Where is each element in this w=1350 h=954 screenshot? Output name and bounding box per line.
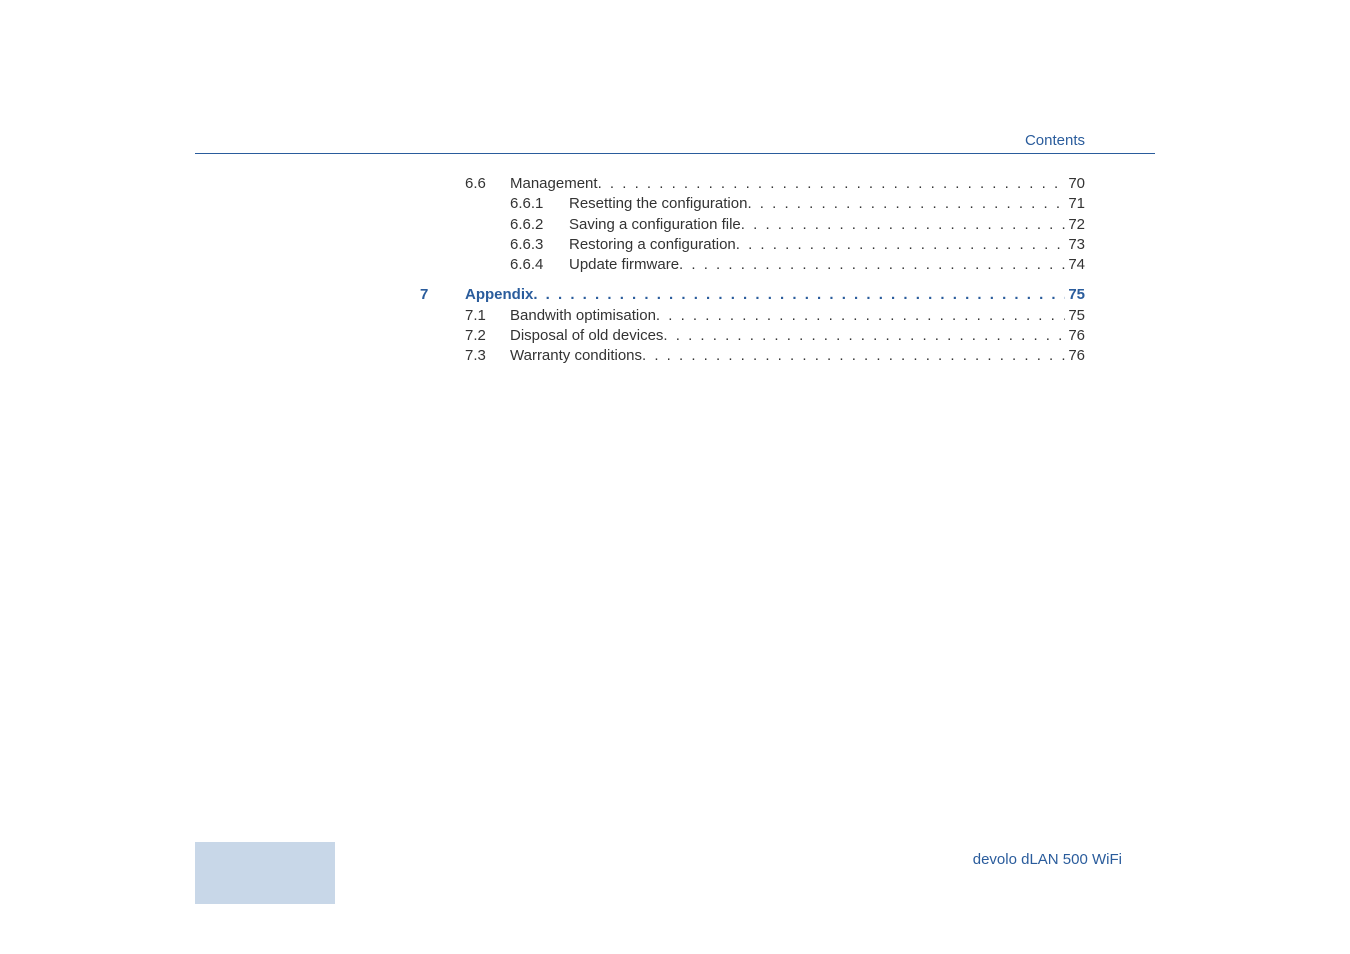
toc-row-7-2: 7.2 Disposal of old devices 76 (420, 326, 1085, 346)
footer-label: devolo dLAN 500 WiFi (973, 851, 1122, 868)
toc-label: Restoring a configuration (569, 235, 736, 255)
footer-accent (195, 842, 335, 904)
toc-row-7-1: 7.1 Bandwith optimisation 75 (420, 306, 1085, 326)
toc-row-6-6-2: 6.6.2 Saving a configuration file 72 (420, 215, 1085, 235)
toc-page: 76 (1065, 346, 1085, 366)
toc-label: Appendix (465, 285, 533, 305)
toc-leader (642, 346, 1065, 366)
toc-row-6-6-3: 6.6.3 Restoring a configuration 73 (420, 235, 1085, 255)
toc-num: 7.1 (465, 306, 510, 326)
toc-num: 7.3 (465, 346, 510, 366)
toc-leader (741, 215, 1066, 235)
toc-row-6-6: 6.6 Management 70 (420, 174, 1085, 194)
toc-num: 6.6.4 (510, 255, 569, 275)
header-label: Contents (1025, 132, 1085, 149)
toc-content: 6.6 Management 70 6.6.1 Resetting the co… (420, 174, 1085, 366)
toc-label: Warranty conditions (510, 346, 642, 366)
toc-page: 76 (1065, 326, 1085, 346)
toc-num: 6.6.1 (510, 194, 569, 214)
toc-row-6-6-1: 6.6.1 Resetting the configuration 71 (420, 194, 1085, 214)
toc-row-7-3: 7.3 Warranty conditions 76 (420, 346, 1085, 366)
toc-page: 75 (1065, 306, 1085, 326)
toc-page: 71 (1065, 194, 1085, 214)
toc-num: 7 (420, 285, 465, 305)
toc-row-6-6-4: 6.6.4 Update firmware 74 (420, 255, 1085, 275)
toc-leader (533, 285, 1065, 305)
toc-label: Resetting the configuration (569, 194, 747, 214)
toc-leader (736, 235, 1066, 255)
toc-leader (598, 174, 1066, 194)
toc-leader (679, 255, 1065, 275)
toc-label: Update firmware (569, 255, 679, 275)
toc-row-7: 7 Appendix 75 (420, 285, 1085, 305)
toc-label: Management (510, 174, 598, 194)
toc-num: 7.2 (465, 326, 510, 346)
toc-leader (656, 306, 1065, 326)
header-divider (195, 153, 1155, 154)
toc-page: 75 (1065, 285, 1085, 305)
toc-page: 72 (1065, 215, 1085, 235)
toc-label: Disposal of old devices (510, 326, 663, 346)
toc-page: 70 (1065, 174, 1085, 194)
toc-num: 6.6.2 (510, 215, 569, 235)
toc-label: Saving a configuration file (569, 215, 741, 235)
toc-leader (747, 194, 1065, 214)
toc-num: 6.6.3 (510, 235, 569, 255)
toc-label: Bandwith optimisation (510, 306, 656, 326)
toc-leader (663, 326, 1065, 346)
toc-num: 6.6 (465, 174, 510, 194)
toc-page: 74 (1065, 255, 1085, 275)
toc-page: 73 (1065, 235, 1085, 255)
